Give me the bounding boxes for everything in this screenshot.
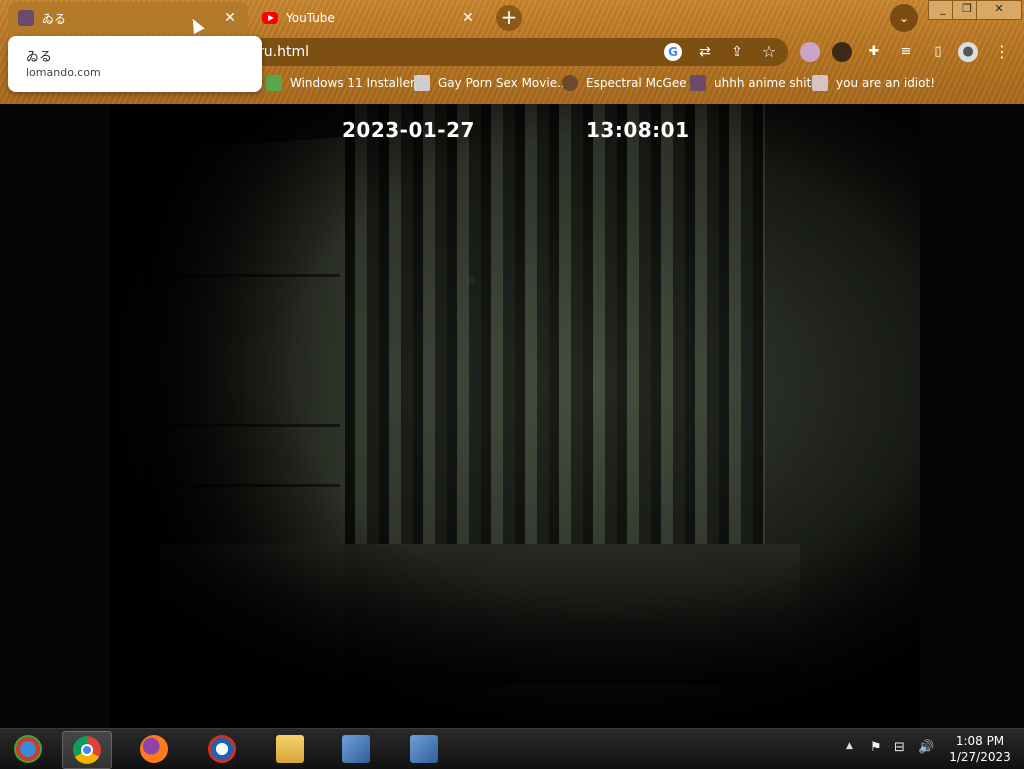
close-window-button[interactable]: ✕ <box>976 0 1022 20</box>
bookmark-label: Gay Porn Sex Movie... <box>438 76 569 90</box>
firefox-icon <box>140 735 168 763</box>
bookmark-item[interactable]: Windows 11 Installer <box>266 75 415 91</box>
bookmark-label: Windows 11 Installer <box>290 76 415 90</box>
bookmark-label: uhhh anime shit <box>714 76 812 90</box>
translate-icon[interactable]: ⇄ <box>696 43 714 61</box>
taskbar-file-explorer[interactable] <box>266 731 314 767</box>
taskbar-network-app[interactable] <box>400 731 448 767</box>
volume-icon[interactable]: 🔊 <box>918 740 934 755</box>
side-panel-icon[interactable]: ▯ <box>928 42 948 62</box>
tab-youtube[interactable]: YouTube ✕ <box>252 2 486 34</box>
bookmark-item[interactable]: you are an idiot! <box>812 75 935 91</box>
tab-search-button[interactable]: ⌄ <box>890 4 918 32</box>
share-icon[interactable]: ⇪ <box>728 43 746 61</box>
close-tab-icon[interactable]: ✕ <box>460 10 476 26</box>
bookmark-item[interactable]: Espectral McGee <box>562 75 687 91</box>
network-status-icon[interactable]: ⊟ <box>894 740 905 755</box>
action-center-flag-icon[interactable]: ⚑ <box>870 740 882 755</box>
extension-face-icon[interactable] <box>832 42 852 62</box>
taskbar-clock[interactable]: 1:08 PM 1/27/2023 <box>942 733 1018 765</box>
youtube-icon <box>262 12 278 24</box>
chrome-icon <box>73 736 101 764</box>
start-button[interactable] <box>4 731 52 767</box>
flag-icon <box>812 75 828 91</box>
google-icon[interactable]: G <box>664 43 682 61</box>
tab-active[interactable]: ゐる ✕ <box>8 2 248 34</box>
clock-time: 1:08 PM <box>955 734 1005 748</box>
close-tab-icon[interactable]: ✕ <box>222 10 238 26</box>
network-app-icon <box>342 735 370 763</box>
bookmark-item[interactable]: Gay Porn Sex Movie... <box>414 75 569 91</box>
video-date-stamp: 2023-01-27 <box>342 118 475 142</box>
taskbar-internet-explorer[interactable] <box>198 731 246 767</box>
tray-overflow-icon[interactable]: ▲ <box>846 741 853 751</box>
face-icon <box>562 75 578 91</box>
video-viewport[interactable]: 2023-01-27 13:08:01 <box>0 104 1024 728</box>
hover-card-title: ゐる <box>26 50 53 65</box>
address-url: ru.html <box>258 44 309 60</box>
installer-icon <box>266 75 282 91</box>
taskbar-network-app[interactable] <box>332 731 380 767</box>
extensions-puzzle-icon[interactable]: ✚ <box>864 42 884 62</box>
tab-hover-card: ゐる lomando.com <box>8 36 262 92</box>
anime-avatar-icon <box>690 75 706 91</box>
bookmark-label: you are an idiot! <box>836 76 935 90</box>
network-app-icon <box>410 735 438 763</box>
disk-icon <box>414 75 430 91</box>
video-time-stamp: 13:08:01 <box>586 118 690 142</box>
anime-avatar-icon <box>18 10 34 26</box>
profile-avatar-icon[interactable]: ● <box>958 42 978 62</box>
taskbar-firefox[interactable] <box>130 731 178 767</box>
media-queue-icon[interactable]: ≡ <box>896 42 916 62</box>
start-orb-icon <box>14 735 42 763</box>
taskbar-chrome[interactable] <box>62 731 112 769</box>
new-tab-button[interactable]: + <box>496 5 522 31</box>
bookmark-item[interactable]: uhhh anime shit <box>690 75 811 91</box>
clock-date: 1/27/2023 <box>949 750 1011 764</box>
tab-title: YouTube <box>286 11 335 25</box>
bookmark-label: Espectral McGee <box>586 76 687 90</box>
bookmark-star-icon[interactable]: ☆ <box>760 43 778 61</box>
internet-explorer-icon <box>208 735 236 763</box>
hover-card-domain: lomando.com <box>26 66 101 79</box>
menu-kebab-icon[interactable]: ⋮ <box>992 42 1012 62</box>
file-explorer-icon <box>276 735 304 763</box>
extension-avatar-icon[interactable] <box>800 42 820 62</box>
vignette <box>110 104 920 728</box>
